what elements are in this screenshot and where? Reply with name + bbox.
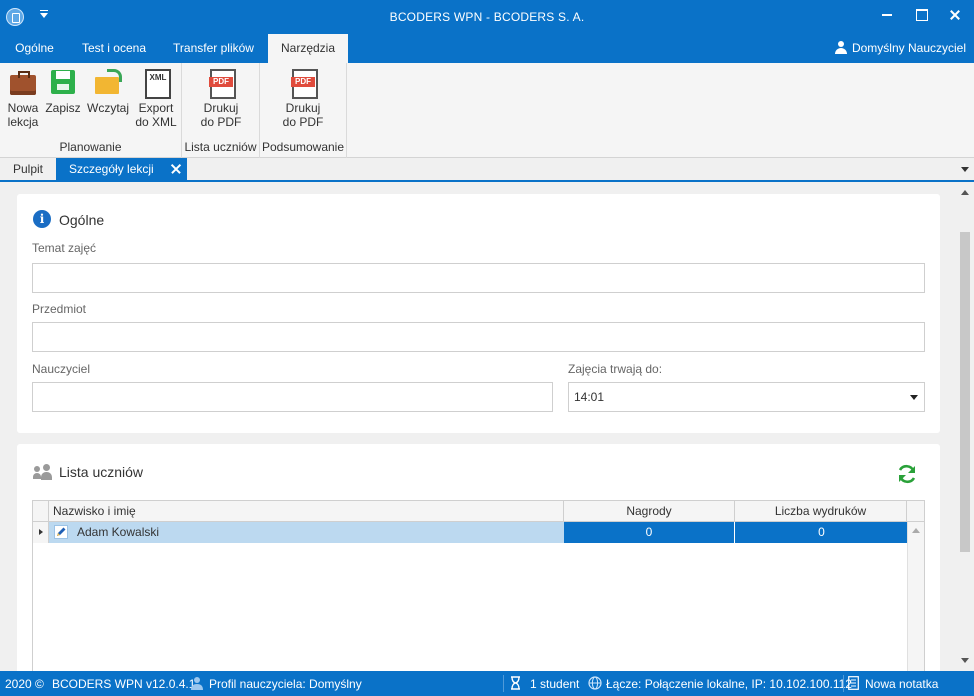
copyright-text: 2020 ©: [5, 677, 44, 691]
subject-input[interactable]: [32, 322, 925, 352]
column-header-name[interactable]: Nazwisko i imię: [49, 501, 564, 522]
tab-test-i-ocena[interactable]: Test i ocena: [69, 34, 159, 63]
rewards-cell[interactable]: 0: [564, 522, 735, 543]
save-icon: [48, 67, 78, 97]
globe-icon: [588, 676, 602, 690]
topic-label: Temat zajęć: [32, 241, 97, 255]
doc-tab-szczegoly-lekcji[interactable]: Szczegóły lekcji: [56, 158, 187, 180]
tab-narzedzia[interactable]: Narzędzia: [268, 34, 348, 63]
close-tab-icon[interactable]: [171, 164, 181, 174]
briefcase-icon: [8, 67, 38, 97]
main-scrollbar[interactable]: [957, 182, 974, 671]
version-text: BCODERS WPN v12.0.4.1: [52, 677, 196, 691]
print-summary-pdf-button[interactable]: Drukuj do PDF: [278, 67, 328, 129]
scroll-down-icon[interactable]: [961, 658, 969, 663]
grid-header: Nazwisko i imię Nagrody Liczba wydruków: [33, 501, 924, 522]
pdf-file-icon: [206, 67, 236, 99]
grid-scrollbar[interactable]: [907, 522, 924, 671]
new-note-button[interactable]: Nowa notatka: [865, 677, 938, 691]
info-icon: i: [33, 210, 51, 228]
row-indicator-icon: [39, 529, 43, 535]
section-title-students: Lista uczniów: [59, 464, 144, 480]
close-window-button[interactable]: [938, 0, 972, 30]
user-menu[interactable]: Domyślny Nauczyciel: [834, 41, 966, 55]
pdf-file-icon: [288, 67, 318, 99]
tab-ogolne[interactable]: Ogólne: [0, 34, 69, 63]
ribbon-tab-bar: Ogólne Test i ocena Transfer plików Narz…: [0, 34, 974, 63]
title-bar: BCODERS WPN - BCODERS S. A.: [0, 0, 974, 34]
document-tab-bar: Pulpit Szczegóły lekcji: [0, 158, 974, 182]
minimize-button[interactable]: [870, 0, 904, 30]
scroll-thumb[interactable]: [960, 232, 970, 552]
scroll-up-icon[interactable]: [912, 528, 920, 533]
ribbon-group-label: Podsumowanie: [261, 140, 345, 154]
ribbon: Nowa lekcja Zapisz Wczytaj Export do XML…: [0, 63, 974, 158]
column-header-rewards[interactable]: Nagrody: [564, 501, 735, 522]
user-name: Domyślny Nauczyciel: [851, 41, 966, 55]
subject-label: Przedmiot: [32, 302, 87, 316]
maximize-button[interactable]: [904, 0, 938, 30]
topic-input[interactable]: [32, 263, 925, 293]
students-icon: [33, 464, 53, 480]
section-title-general: Ogólne: [59, 212, 105, 228]
students-count-text: 1 student: [530, 677, 580, 691]
student-name-cell[interactable]: Adam Kowalski: [49, 522, 564, 543]
new-lesson-button[interactable]: Nowa lekcja: [4, 67, 42, 129]
students-card: Lista uczniów Nazwisko i imię Nagrody Li…: [17, 444, 940, 671]
print-students-pdf-button[interactable]: Drukuj do PDF: [196, 67, 246, 129]
end-time-label: Zajęcia trwają do:: [568, 362, 663, 376]
tabs-dropdown-icon[interactable]: [961, 167, 969, 172]
students-grid: Nazwisko i imię Nagrody Liczba wydruków …: [32, 500, 925, 671]
ribbon-group-label: Planowanie: [59, 140, 122, 154]
user-icon: [834, 41, 847, 54]
load-button[interactable]: Wczytaj: [85, 67, 131, 115]
refresh-icon[interactable]: [896, 463, 918, 485]
ribbon-group-planowanie: Nowa lekcja Zapisz Wczytaj Export do XML…: [0, 63, 182, 158]
row-header-cell: [33, 501, 49, 522]
end-time-select[interactable]: 14:01: [568, 382, 925, 412]
export-xml-button[interactable]: Export do XML: [133, 67, 179, 129]
ribbon-group-podsumowanie: Drukuj do PDF Podsumowanie: [260, 63, 347, 158]
folder-open-icon: [93, 67, 123, 97]
window-title: BCODERS WPN - BCODERS S. A.: [389, 10, 585, 24]
chevron-down-icon: [910, 395, 918, 400]
ribbon-group-label: Lista uczniów: [184, 140, 257, 154]
pencil-icon[interactable]: [54, 525, 68, 539]
teacher-input[interactable]: [32, 382, 553, 412]
table-row[interactable]: Adam Kowalski 0 0: [33, 522, 924, 543]
profile-icon: [191, 677, 203, 690]
ribbon-group-lista-uczniow: Drukuj do PDF Lista uczniów: [182, 63, 260, 158]
save-button[interactable]: Zapisz: [44, 67, 82, 115]
profile-text: Profil nauczyciela: Domyślny: [209, 677, 362, 691]
teacher-label: Nauczyciel: [32, 362, 91, 376]
note-icon: [848, 676, 859, 690]
row-indicator-cell: [33, 522, 49, 543]
hourglass-icon: [511, 676, 520, 690]
status-bar: 2020 © BCODERS WPN v12.0.4.1 Profil nauc…: [0, 671, 974, 696]
general-card: i Ogólne Temat zajęć Przedmiot Nauczycie…: [17, 194, 940, 433]
column-header-prints[interactable]: Liczba wydruków: [735, 501, 907, 522]
xml-file-icon: [141, 67, 171, 99]
scroll-up-icon[interactable]: [961, 190, 969, 195]
doc-tab-pulpit[interactable]: Pulpit: [0, 158, 56, 180]
prints-cell[interactable]: 0: [735, 522, 908, 543]
connection-text: Łącze: Połączenie lokalne, IP: 10.102.10…: [606, 677, 852, 691]
tab-transfer-plikow[interactable]: Transfer plików: [159, 34, 268, 63]
lesson-details-panel: i Ogólne Temat zajęć Przedmiot Nauczycie…: [0, 182, 957, 671]
